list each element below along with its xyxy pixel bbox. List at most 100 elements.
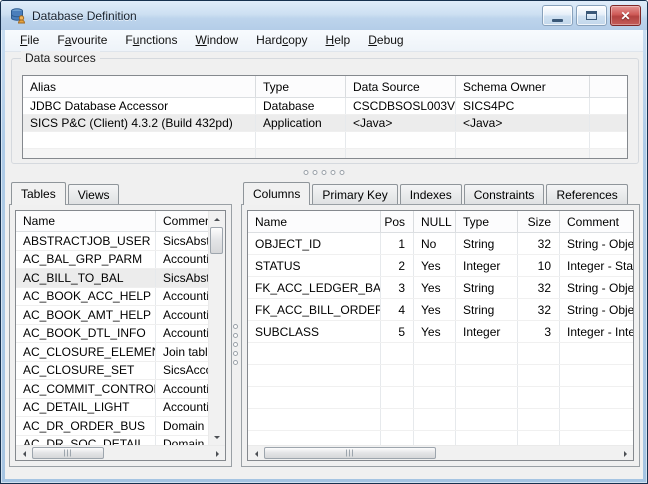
titlebar[interactable]: Database Definition ✕ [1, 1, 647, 30]
menu-debug[interactable]: Debug [359, 30, 412, 51]
scroll-right-button[interactable] [210, 446, 225, 460]
column-header-comment[interactable]: Comment [560, 211, 633, 232]
column-header-null[interactable]: NULL [414, 211, 456, 232]
menu-functions[interactable]: Functions [116, 30, 186, 51]
column-header-schema-owner[interactable]: Schema Owner [456, 76, 590, 97]
data-sources-label: Data sources [21, 51, 100, 65]
cell-schema-owner [456, 132, 590, 148]
menu-favourite[interactable]: Favourite [48, 30, 116, 51]
column-row[interactable]: SUBCLASS 5 Yes Integer 3 Integer - Inter… [248, 321, 633, 343]
table-row[interactable]: AC_BAL_GRP_PARM Accountin [16, 250, 225, 269]
cell-data-source: <Java> [346, 115, 456, 131]
data-sources-rows: JDBC Database Accessor Database CSCDBSOS… [23, 98, 627, 158]
column-header-pos[interactable]: Pos [381, 211, 414, 232]
table-row[interactable]: AC_COMMIT_CONTROL Accountin [16, 380, 225, 399]
tables-table[interactable]: Name Comment ABSTRACTJOB_USER SicsAbstra… [15, 210, 226, 461]
cell-null: No [414, 233, 456, 254]
table-row[interactable]: AC_DR_ORDER_BUS Domain re [16, 417, 225, 436]
cell-size: 32 [518, 277, 560, 298]
column-header-name[interactable]: Name [248, 211, 381, 232]
cell-pos [381, 409, 414, 430]
cell-filler [590, 149, 627, 158]
tab-primary-key[interactable]: Primary Key [312, 184, 398, 204]
column-header-filler [590, 76, 627, 97]
column-row[interactable]: FK_ACC_LEDGER_BAL 3 Yes String 32 String… [248, 277, 633, 299]
cell-size [518, 387, 560, 408]
scroll-left-button[interactable] [248, 446, 263, 460]
table-row[interactable]: AC_CLOSURE_SET SicsAccou [16, 361, 225, 380]
splitter-dot [233, 324, 238, 329]
column-header-type[interactable]: Type [456, 211, 518, 232]
table-row[interactable]: AC_BOOK_ACC_HELP Accountin [16, 287, 225, 306]
column-row[interactable] [248, 343, 633, 365]
scroll-thumb[interactable] [32, 447, 104, 459]
table-row[interactable]: ABSTRACTJOB_USER SicsAbstra [16, 232, 225, 251]
cell-alias: JDBC Database Accessor [23, 98, 256, 114]
data-source-row[interactable]: SICS P&C (Client) 4.3.2 (Build 432pd) Ap… [23, 115, 627, 132]
minimize-button[interactable] [542, 5, 573, 26]
column-header-data-source[interactable]: Data Source [346, 76, 456, 97]
cell-null: Yes [414, 277, 456, 298]
table-row[interactable]: AC_DETAIL_LIGHT Accountin [16, 398, 225, 417]
vertical-splitter[interactable] [233, 324, 238, 365]
table-row[interactable]: AC_CLOSURE_ELEMENT Join table [16, 343, 225, 362]
column-header-size[interactable]: Size [518, 211, 560, 232]
tab-indexes[interactable]: Indexes [399, 184, 462, 204]
cell-type [456, 387, 518, 408]
menu-hardcopy[interactable]: Hardcopy [247, 30, 316, 51]
data-source-row[interactable] [23, 149, 627, 158]
tab-columns[interactable]: Columns [243, 182, 311, 205]
horizontal-splitter[interactable] [303, 170, 345, 175]
tab-constraints[interactable]: Constraints [463, 184, 545, 204]
tables-vertical-scrollbar[interactable] [208, 211, 225, 445]
menu-help[interactable]: Help [317, 30, 360, 51]
column-header-name[interactable]: Name [16, 211, 156, 231]
cell-filler [590, 132, 627, 148]
cell-table-name: AC_BOOK_ACC_HELP [16, 287, 156, 305]
column-row[interactable] [248, 387, 633, 409]
scroll-thumb[interactable] [264, 447, 436, 459]
cell-type: Integer [456, 255, 518, 276]
table-row[interactable]: AC_BILL_TO_BAL SicsAbstra [16, 269, 225, 288]
data-sources-table[interactable]: Alias Type Data Source Schema Owner JDBC… [22, 75, 628, 159]
scroll-thumb[interactable] [210, 227, 223, 254]
cell-column-name: SUBCLASS [248, 321, 381, 342]
data-source-row[interactable] [23, 132, 627, 149]
columns-table[interactable]: Name Pos NULL Type Size Comment OBJECT_I… [247, 210, 634, 461]
window-controls: ✕ [542, 5, 641, 26]
column-header-type[interactable]: Type [256, 76, 346, 97]
cell-null: Yes [414, 299, 456, 320]
menu-window[interactable]: Window [186, 30, 247, 51]
column-row[interactable]: STATUS 2 Yes Integer 10 Integer - Status [248, 255, 633, 277]
close-button[interactable]: ✕ [610, 5, 641, 26]
scroll-up-button[interactable] [209, 211, 224, 226]
arrow-left-icon [20, 450, 26, 457]
column-row[interactable] [248, 365, 633, 387]
tab-references[interactable]: References [546, 184, 628, 204]
cell-size: 32 [518, 299, 560, 320]
column-row[interactable]: OBJECT_ID 1 No String 32 String - Object… [248, 233, 633, 255]
columns-horizontal-scrollbar[interactable] [248, 445, 633, 460]
scroll-down-button[interactable] [209, 430, 224, 445]
maximize-button[interactable] [576, 5, 607, 26]
cell-null [414, 409, 456, 430]
cell-table-name: AC_CLOSURE_ELEMENT [16, 343, 156, 361]
cell-size: 10 [518, 255, 560, 276]
menu-file[interactable]: File [11, 30, 48, 51]
cell-table-name: ABSTRACTJOB_USER [16, 232, 156, 250]
cell-filler [590, 115, 627, 131]
splitter-dot [321, 170, 327, 175]
table-row[interactable]: AC_BOOK_DTL_INFO Accountin [16, 324, 225, 343]
cell-data-source [346, 149, 456, 158]
column-row[interactable] [248, 409, 633, 431]
scroll-left-button[interactable] [16, 446, 31, 460]
tab-tables[interactable]: Tables [11, 182, 66, 205]
column-row[interactable]: FK_ACC_BILL_ORDER 4 Yes String 32 String… [248, 299, 633, 321]
table-row[interactable]: AC_BOOK_AMT_HELP Accountin [16, 306, 225, 325]
tables-panel: Tables Views Name Comment ABSTRACTJOB_US… [9, 182, 232, 467]
tab-views[interactable]: Views [67, 184, 120, 204]
data-source-row[interactable]: JDBC Database Accessor Database CSCDBSOS… [23, 98, 627, 115]
scroll-right-button[interactable] [618, 446, 633, 460]
column-header-alias[interactable]: Alias [23, 76, 256, 97]
tables-horizontal-scrollbar[interactable] [16, 445, 225, 460]
